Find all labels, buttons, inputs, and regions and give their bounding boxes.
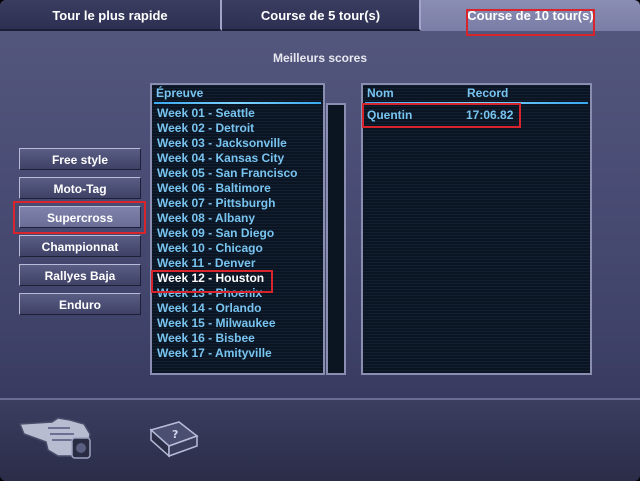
section-title: Meilleurs scores (272, 51, 368, 65)
bottom-bar (0, 398, 640, 481)
event-item[interactable]: Week 17 - Amityville (157, 346, 298, 361)
event-item[interactable]: Week 11 - Denver (157, 256, 298, 271)
pointing-hand-icon[interactable] (18, 404, 96, 462)
events-header: Épreuve (154, 85, 321, 104)
events-header-line (154, 102, 321, 104)
event-item[interactable]: Week 09 - San Diego (157, 226, 298, 241)
game-screen: Tour le plus rapide Course de 5 tour(s) … (0, 0, 640, 481)
menu-supercross[interactable]: Supercross (19, 206, 141, 228)
event-item[interactable]: Week 10 - Chicago (157, 241, 298, 256)
tab-bar: Tour le plus rapide Course de 5 tour(s) … (0, 0, 640, 33)
event-item[interactable]: Week 01 - Seattle (157, 106, 298, 121)
events-scrollbar[interactable] (326, 103, 346, 375)
events-list: Week 01 - Seattle Week 02 - Detroit Week… (157, 106, 298, 361)
score-record: 17:06.82 (466, 108, 514, 122)
event-item[interactable]: Week 16 - Bisbee (157, 331, 298, 346)
menu-enduro[interactable]: Enduro (19, 293, 141, 315)
event-item[interactable]: Week 04 - Kansas City (157, 151, 298, 166)
scores-header: Nom Record (365, 85, 588, 104)
menu-moto-tag[interactable]: Moto-Tag (19, 177, 141, 199)
event-item[interactable]: Week 05 - San Francisco (157, 166, 298, 181)
event-item[interactable]: Week 02 - Detroit (157, 121, 298, 136)
event-item[interactable]: Week 15 - Milwaukee (157, 316, 298, 331)
menu-championnat[interactable]: Championnat (19, 235, 141, 257)
scores-header-line (365, 102, 588, 104)
event-item[interactable]: Week 13 - Phoenix (157, 286, 298, 301)
scores-panel: Nom Record Quentin 17:06.82 (361, 83, 592, 375)
svg-text:?: ? (172, 428, 178, 441)
tab-5-laps[interactable]: Course de 5 tour(s) (222, 0, 421, 31)
event-item[interactable]: Week 06 - Baltimore (157, 181, 298, 196)
col-name-header: Nom (367, 86, 394, 100)
event-item[interactable]: Week 03 - Jacksonville (157, 136, 298, 151)
col-record-header: Record (467, 86, 509, 100)
event-item[interactable]: Week 07 - Pittsburgh (157, 196, 298, 211)
menu-free-style[interactable]: Free style (19, 148, 141, 170)
event-item-selected[interactable]: Week 12 - Houston (157, 271, 298, 286)
help-book-icon[interactable]: ? (145, 418, 201, 464)
event-item[interactable]: Week 08 - Albany (157, 211, 298, 226)
tab-10-laps[interactable]: Course de 10 tour(s) (421, 0, 640, 31)
tab-fastest-lap[interactable]: Tour le plus rapide (0, 0, 222, 31)
events-header-label: Épreuve (156, 86, 204, 100)
events-panel: Épreuve Week 01 - Seattle Week 02 - Detr… (150, 83, 325, 375)
score-name: Quentin (367, 108, 413, 122)
menu-rallyes-baja[interactable]: Rallyes Baja (19, 264, 141, 286)
event-item[interactable]: Week 14 - Orlando (157, 301, 298, 316)
